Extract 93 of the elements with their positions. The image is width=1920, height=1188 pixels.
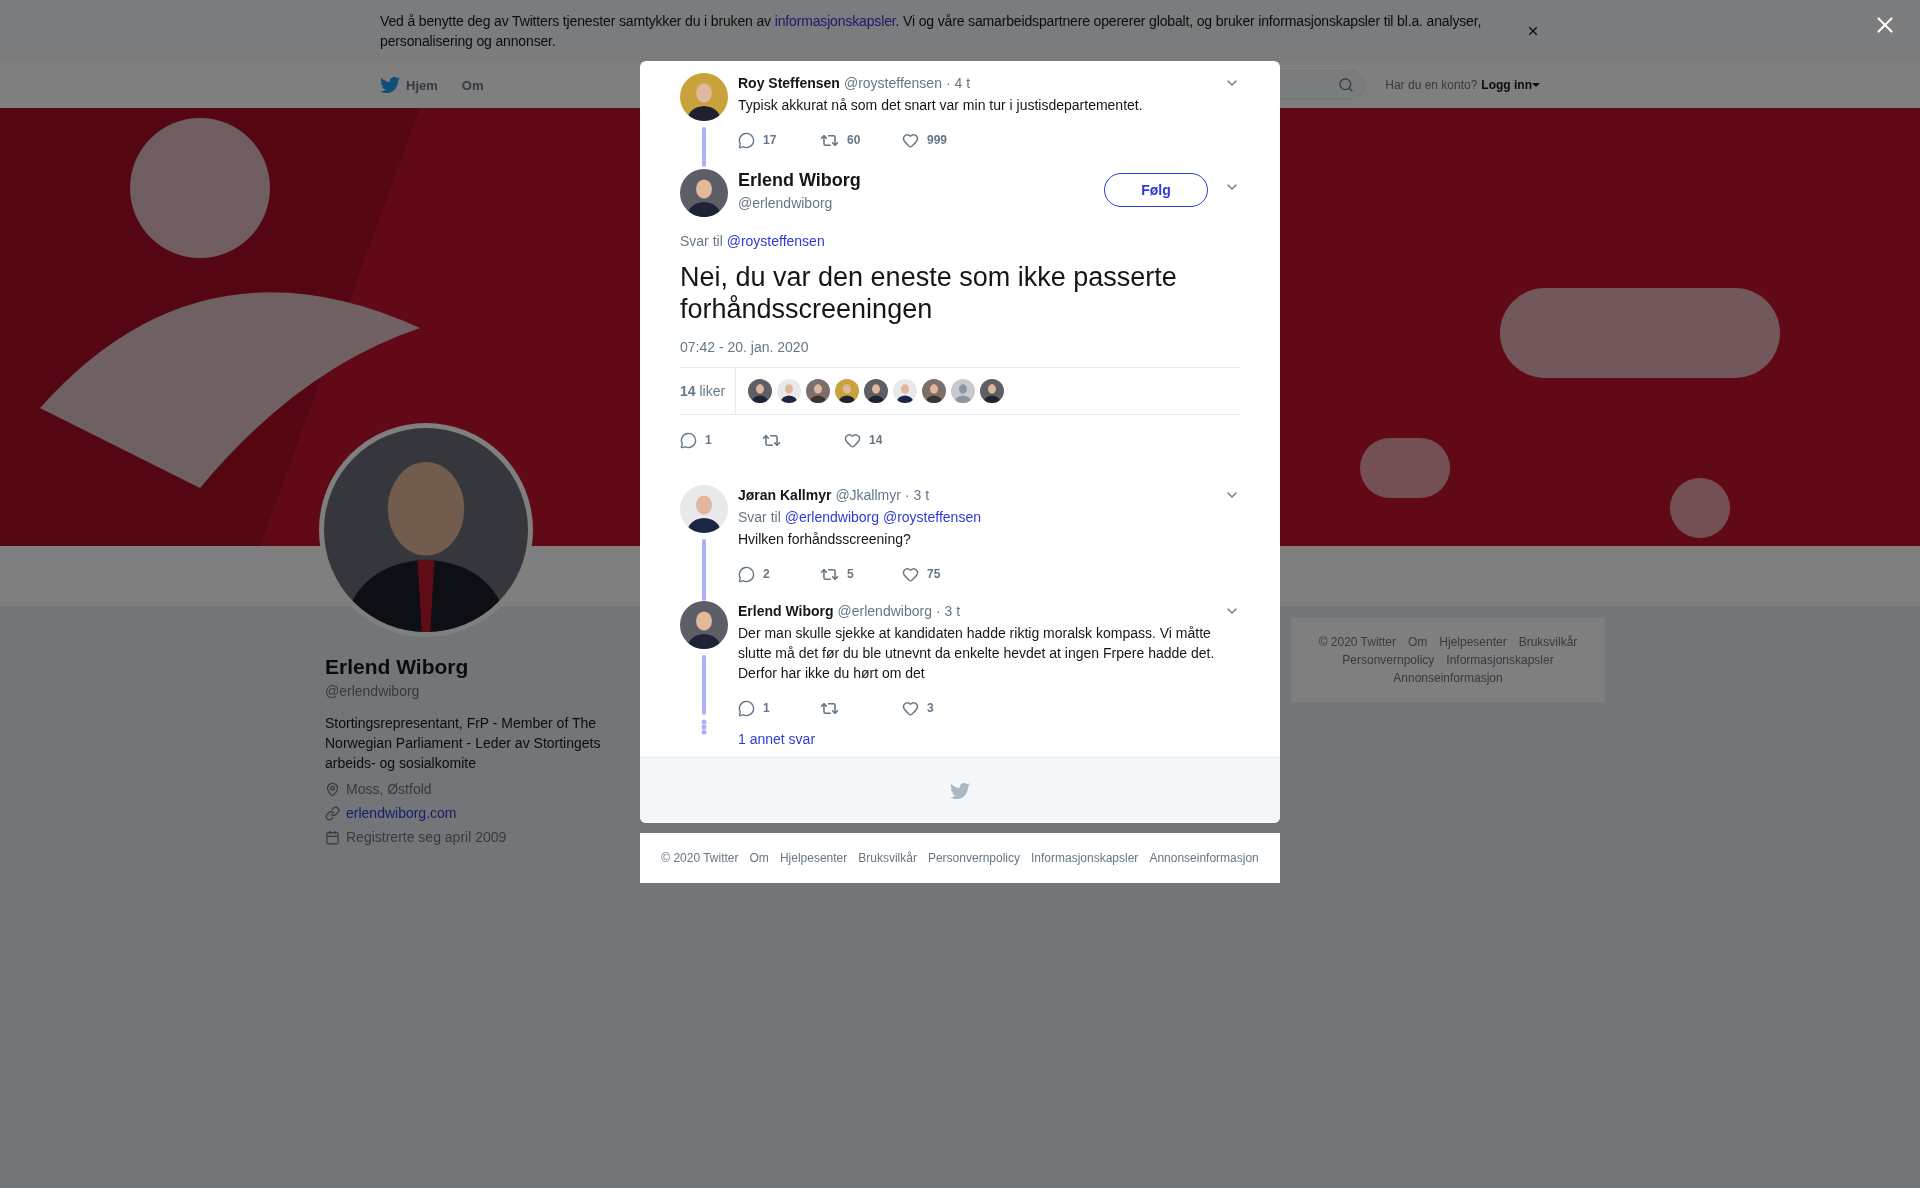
like-icon[interactable] (844, 431, 861, 449)
reply-count: 2 (763, 567, 770, 581)
footer-link[interactable]: © 2020 Twitter (661, 850, 739, 866)
avatar (835, 379, 860, 403)
avatar (951, 379, 976, 403)
bird-icon (950, 780, 970, 801)
reply-icon[interactable] (680, 431, 697, 449)
retweet-count: 5 (847, 567, 854, 581)
reply-count: 1 (763, 701, 770, 715)
like-count: 999 (927, 133, 948, 147)
like-count: 3 (927, 701, 934, 715)
more-dots-icon (701, 719, 707, 735)
calendar-icon (325, 829, 340, 845)
footer-link[interactable]: Hjelpesenter (1439, 634, 1507, 650)
avatar (980, 379, 1005, 403)
location-icon (325, 781, 340, 797)
profile-bio: Stortingsrepresentant, FrP - Member of The Norwegian Parliament - Leder av Stortingets arbeids- og sosialkomite (325, 714, 602, 773)
tweet-text: Hvilken forhåndsscreening? (738, 530, 912, 549)
avatar (680, 601, 728, 649)
link-icon (325, 805, 340, 821)
more-replies-link[interactable]: 1 annet svar (738, 731, 1240, 747)
like-count: 14 (869, 433, 883, 447)
footer-link[interactable]: © 2020 Twitter (1318, 634, 1396, 650)
like-icon[interactable] (902, 699, 919, 717)
profile-handle: @erlendwiborg (325, 683, 421, 699)
footer-link[interactable]: Informasjonskapsler (1031, 850, 1139, 866)
tweet-time: · 3 t (935, 603, 961, 619)
reply-to-line: Svar til @erlendwiborg @roysteffensen (738, 508, 982, 527)
avatar (922, 379, 947, 403)
author-handle[interactable]: @erlendwiborg (738, 195, 861, 211)
avatar (893, 379, 918, 403)
account-prompt: Har du en konto? (1385, 78, 1478, 92)
avatar (806, 379, 831, 403)
footer-link[interactable]: Hjelpesenter (779, 850, 848, 866)
retweet-count: 60 (847, 133, 861, 147)
author-name[interactable]: Erlend Wiborg (738, 169, 861, 191)
author-name[interactable]: Roy Steffensen (738, 75, 840, 91)
cookie-link[interactable]: informasjonskapsler (774, 13, 896, 29)
avatar (680, 73, 728, 121)
likes-count[interactable]: 14 liker (680, 368, 737, 414)
reply-to-line: Svar til @roysteffensen (680, 232, 826, 251)
avatar (680, 169, 728, 217)
author-name[interactable]: Jøran Kallmyr (738, 487, 832, 503)
bird-icon (380, 75, 400, 95)
thread-line (702, 539, 706, 601)
footer-link[interactable]: Informasjonskapsler (1446, 652, 1554, 668)
avatar (864, 379, 889, 403)
tweet-time: · 4 t (945, 75, 971, 91)
close-icon[interactable] (1526, 24, 1540, 38)
author-name[interactable]: Erlend Wiborg (738, 603, 834, 619)
avatar (777, 379, 802, 403)
reply-count: 1 (705, 433, 712, 447)
login-link[interactable]: Logg inn (1481, 78, 1540, 92)
footer-link[interactable]: Om (749, 850, 769, 866)
tweet-timestamp: 07:42 - 20. jan. 2020 (680, 339, 810, 355)
like-icon[interactable] (902, 131, 919, 149)
profile-name: Erlend Wiborg (325, 655, 470, 679)
tweet-time: · 3 t (904, 487, 930, 503)
reply-count: 17 (763, 133, 777, 147)
reply-icon[interactable] (738, 131, 755, 149)
thread-line (702, 655, 706, 715)
reply-icon[interactable] (738, 565, 755, 583)
like-icon[interactable] (902, 565, 919, 583)
author-handle[interactable]: @roysteffensen (843, 75, 942, 91)
footer-link[interactable]: Personvernpolicy (927, 850, 1020, 866)
caret-icon (1532, 82, 1540, 88)
avatar (680, 485, 728, 533)
like-count: 75 (927, 567, 941, 581)
joined-date: Registrerte seg april 2009 (346, 829, 507, 845)
follow-button[interactable]: Følg (1104, 173, 1208, 207)
search-icon (1338, 77, 1355, 93)
tweet-text: Der man skulle sjekke at kandidaten hadde riktig moralsk kompass. Vi måtte slutte må det før du ble utnevnt da enkelte hevdet at ingen Frpere hadde det. Derfor har ikke du hørt om det (738, 624, 1216, 683)
thread-line (702, 127, 706, 167)
website-link[interactable]: erlendwiborg.com (346, 805, 457, 821)
mention-link[interactable]: @roysteffensen (882, 509, 981, 525)
footer-link[interactable]: Bruksvilkår (1518, 634, 1578, 650)
footer-link[interactable]: Personvernpolicy (1342, 652, 1435, 668)
cookie-notice: Ved å benytte deg av Twitters tjenester samtykker du i bruken av informasjonskapsler. Vi og våre samarbeidspartnere opererer globalt, og bruker informasjonskapsler til bl.a. analyser, personalisering og annonser. (380, 12, 1483, 51)
footer-link[interactable]: Bruksvilkår (858, 850, 917, 866)
footer-link[interactable]: Annonseinformasjon (1393, 670, 1503, 686)
profile-location: Moss, Østfold (346, 781, 432, 797)
reply-icon[interactable] (738, 699, 755, 717)
footer-link[interactable]: Annonseinformasjon (1149, 850, 1259, 866)
author-handle[interactable]: @erlendwiborg (837, 603, 932, 619)
nav-link[interactable]: Hjem (380, 75, 438, 95)
avatar (748, 379, 773, 403)
nav-link[interactable]: Om (461, 77, 484, 93)
mention-link[interactable]: @erlendwiborg (784, 509, 880, 525)
mention-link[interactable]: @roysteffensen (726, 233, 825, 249)
tweet-text: Nei, du var den eneste som ikke passerte forhåndsscreeningen (680, 261, 1178, 325)
author-handle[interactable]: @Jkallmyr (835, 487, 901, 503)
tweet-text: Typisk akkurat nå som det snart var min tur i justisdepartementet. (738, 96, 1144, 115)
footer-link[interactable]: Om (1407, 634, 1428, 650)
